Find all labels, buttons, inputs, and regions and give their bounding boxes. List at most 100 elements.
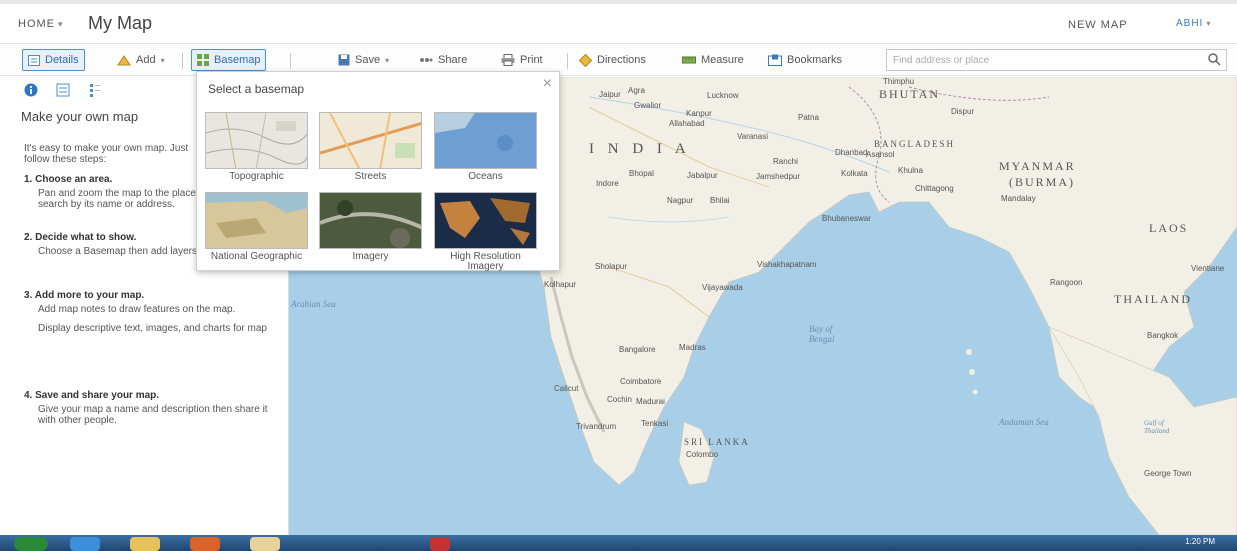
map-city: Colombo	[686, 450, 719, 459]
basemap-option-topographic[interactable]: Topographic	[205, 112, 308, 182]
app-header: HOME ▾ My Map NEW MAP ABHI ▾	[0, 4, 1237, 42]
map-city: Kanpur	[686, 109, 712, 118]
map-city: Gwalior	[634, 101, 662, 110]
map-city: George Town	[1144, 469, 1192, 478]
map-city: Khulna	[898, 166, 923, 175]
basemap-gallery: Select a basemap × Topographic Streets O…	[196, 71, 560, 272]
map-city: Ranchi	[773, 157, 798, 166]
print-icon	[501, 54, 515, 66]
map-city: Bhilai	[710, 196, 730, 205]
basemap-thumbnail	[319, 112, 422, 169]
map-city: Asansol	[866, 150, 895, 159]
panel-title: Make your own map	[21, 109, 139, 124]
basemap-option-oceans[interactable]: Oceans	[434, 112, 537, 182]
contents-icon[interactable]	[88, 83, 102, 102]
details-button[interactable]: Details	[22, 49, 85, 71]
taskbar-folder-icon[interactable]	[130, 537, 160, 551]
basemap-thumbnail	[205, 192, 308, 249]
directions-button[interactable]: Directions	[574, 49, 651, 71]
page-title: My Map	[88, 13, 153, 33]
map-label-srilanka: SRI LANKA	[684, 437, 750, 447]
map-label-bay-of-bengal: Bay of Bengal	[809, 324, 835, 344]
search-input[interactable]	[893, 53, 1193, 68]
new-map-button[interactable]: NEW MAP	[1068, 19, 1128, 31]
details-icon	[28, 54, 40, 66]
bookmarks-label: Bookmarks	[787, 54, 843, 66]
taskbar-app-icon[interactable]	[430, 537, 450, 551]
map-label-laos: LAOS	[1149, 221, 1189, 235]
basemap-option-imagery[interactable]: Imagery	[319, 192, 422, 262]
map-city: Jaipur	[599, 90, 621, 99]
taskbar-ie-icon[interactable]	[70, 537, 100, 551]
search-icon[interactable]	[1208, 53, 1221, 71]
map-city: Bangkok	[1147, 331, 1179, 340]
basemap-thumbnail	[434, 192, 537, 249]
map-label-burma: (BURMA)	[1009, 175, 1076, 189]
map-city: Coimbatore	[620, 377, 662, 386]
map-city: Bhubaneswar	[822, 214, 871, 223]
map-city: Indore	[596, 179, 619, 188]
basemap-option-label: Oceans	[468, 171, 503, 182]
toolbar-divider	[567, 53, 568, 69]
share-button[interactable]: Share	[414, 49, 472, 71]
map-label-gulf-of-thailand: Gulf of Thailand	[1144, 419, 1170, 435]
about-icon[interactable]	[24, 83, 38, 102]
toolbar-divider	[290, 53, 291, 69]
basemap-option-label: High Resolution Imagery	[450, 251, 521, 272]
basemap-thumbnail	[434, 112, 537, 169]
step-body: Give your map a name and description the…	[38, 404, 268, 426]
map-city: Kolkata	[841, 169, 868, 178]
map-city: Kolhapur	[544, 280, 577, 289]
basemap-option-high-resolution-imagery[interactable]: High Resolution Imagery	[434, 192, 537, 272]
map-label-bangladesh: BANGLADESH	[874, 139, 956, 149]
basemap-option-label: National Geographic	[210, 251, 303, 262]
basemap-option-streets[interactable]: Streets	[319, 112, 422, 182]
map-city: Dispur	[951, 107, 975, 116]
taskbar-media-icon[interactable]	[190, 537, 220, 551]
measure-button[interactable]: Measure	[677, 49, 749, 71]
basemap-option-label: Streets	[354, 171, 387, 182]
step-title: 4. Save and share your map.	[24, 390, 160, 401]
save-icon	[338, 54, 350, 66]
print-label: Print	[520, 54, 543, 66]
basemap-gallery-title: Select a basemap	[208, 82, 305, 96]
close-icon[interactable]: ×	[543, 75, 552, 93]
home-label: HOME	[18, 18, 55, 30]
share-icon	[419, 55, 433, 65]
basemap-option-national-geographic[interactable]: National Geographic	[205, 192, 308, 262]
legend-icon[interactable]	[56, 83, 70, 102]
chevron-down-icon: ▾	[58, 19, 64, 29]
add-label: Add	[136, 54, 156, 66]
chevron-down-icon: ▾	[160, 55, 165, 65]
basemap-button[interactable]: Basemap	[191, 49, 267, 71]
directions-icon	[579, 53, 592, 67]
map-label-arabian-sea: Arabian Sea	[291, 299, 336, 309]
map-label-myanmar: MYANMAR	[999, 159, 1076, 173]
measure-label: Measure	[701, 54, 744, 66]
directions-label: Directions	[597, 54, 646, 66]
map-label-andaman-sea: Andaman Sea	[999, 417, 1049, 427]
map-city: Vijayawada	[702, 283, 743, 292]
app-window: { "header": { "home_label": "HOME", "hom…	[0, 0, 1237, 551]
print-button[interactable]: Print	[496, 49, 548, 71]
map-city: Sholapur	[595, 262, 628, 271]
map-city: Patna	[798, 113, 819, 122]
user-menu[interactable]: ABHI ▾	[1176, 18, 1211, 29]
step-body-extra: Display descriptive text, images, and ch…	[38, 323, 267, 334]
taskbar-clock: 1:20 PM	[1185, 537, 1215, 546]
map-city: Nagpur	[667, 196, 694, 205]
save-button[interactable]: Save ▾	[333, 49, 394, 71]
map-city: Cochin	[607, 395, 632, 404]
taskbar-app-icon[interactable]	[250, 537, 280, 551]
os-taskbar: 1:20 PM	[0, 535, 1237, 551]
start-button[interactable]	[14, 537, 48, 551]
home-menu[interactable]: HOME ▾	[18, 18, 64, 30]
search-box	[886, 49, 1227, 71]
add-icon	[117, 54, 131, 66]
map-city: Allahabad	[669, 119, 705, 128]
add-button[interactable]: Add ▾	[112, 49, 170, 71]
bookmarks-button[interactable]: Bookmarks	[763, 49, 847, 71]
save-label: Save	[355, 54, 381, 66]
basemap-thumbnail	[205, 112, 308, 169]
map-city: Thimphu	[883, 77, 915, 86]
